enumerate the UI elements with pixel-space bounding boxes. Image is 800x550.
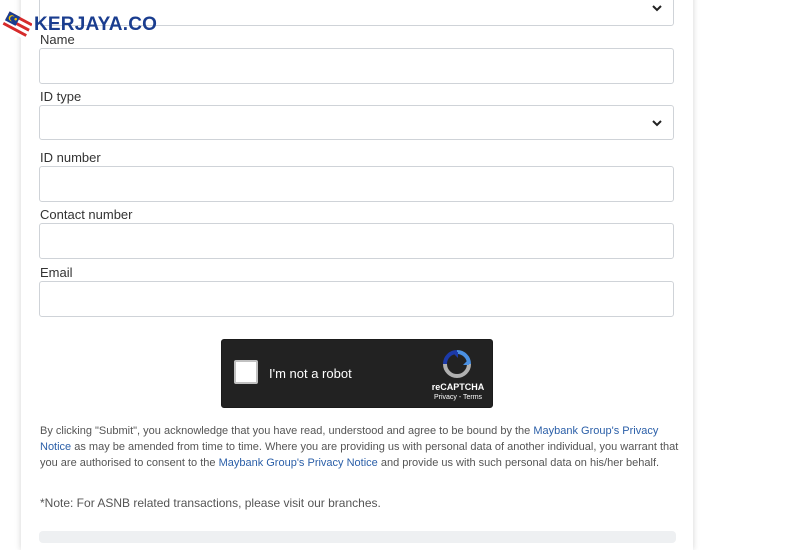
id-type-label: ID type — [40, 89, 82, 104]
recaptcha-terms-link[interactable]: Terms — [463, 394, 482, 401]
notice-text-1: By clicking "Submit", you acknowledge th… — [40, 425, 534, 437]
chevron-down-icon — [652, 119, 662, 126]
id-type-select[interactable] — [39, 105, 674, 140]
name-input[interactable] — [39, 48, 674, 84]
contact-number-input[interactable] — [39, 223, 674, 259]
recaptcha-label: I'm not a robot — [269, 366, 352, 381]
notice-text-3: and provide us with such personal data o… — [377, 457, 660, 469]
recaptcha-privacy-link[interactable]: Privacy — [434, 394, 457, 401]
privacy-notice-text: By clicking "Submit", you acknowledge th… — [40, 423, 680, 471]
bottom-section — [39, 531, 676, 543]
recaptcha-links: Privacy - Terms — [425, 394, 491, 401]
id-number-input[interactable] — [39, 166, 674, 202]
contact-number-label: Contact number — [40, 207, 133, 222]
recaptcha-widget: I'm not a robot reCAPTCHA Privacy - Term… — [221, 339, 493, 408]
email-input[interactable] — [39, 281, 674, 317]
malaysia-flag-icon — [1, 11, 32, 40]
email-label: Email — [40, 265, 73, 280]
logo-text: KERJAYA.CO — [34, 14, 158, 35]
chevron-down-icon — [652, 5, 662, 12]
asnb-note: *Note: For ASNB related transactions, pl… — [40, 496, 381, 510]
kerjaya-logo: KERJAYA.CO — [0, 10, 157, 40]
recaptcha-brand: reCAPTCHA — [431, 382, 485, 392]
recaptcha-checkbox[interactable] — [234, 360, 258, 384]
recaptcha-logo-icon — [443, 350, 471, 378]
id-number-label: ID number — [40, 150, 101, 165]
privacy-notice-link-2[interactable]: Maybank Group's Privacy Notice — [219, 457, 378, 469]
